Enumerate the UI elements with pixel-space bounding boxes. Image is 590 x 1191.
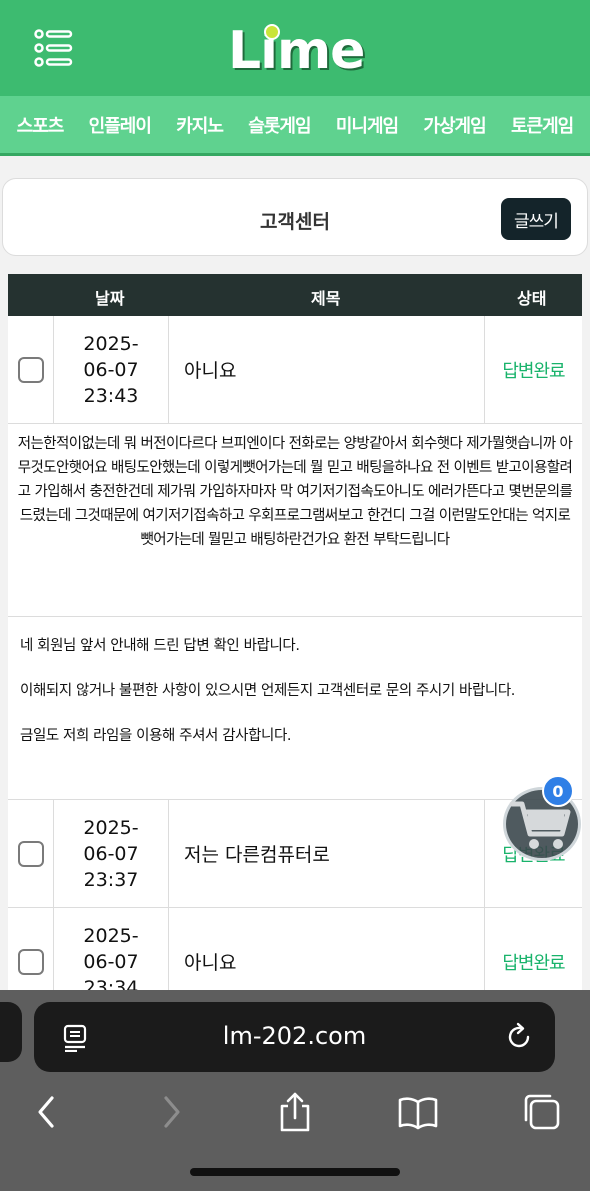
status-badge: 답변완료 [502,360,565,382]
site-header: Lime [0,0,590,96]
row-checkbox[interactable] [18,841,44,867]
row-checkbox[interactable] [18,357,44,383]
answer-content: 네 회원님 앞서 안내해 드린 답변 확인 바랍니다. 이해되지 않거나 불편한… [8,617,582,800]
page-title: 고객센터 [260,211,330,233]
home-indicator [190,1168,400,1176]
nav-item-token[interactable]: 토큰게임 [511,112,574,138]
header-status: 상태 [517,289,547,308]
row-date: 2025- 06-07 23:43 [54,316,169,423]
table-row[interactable]: 2025- 06-07 23:37 저는 다른컴퓨터로 답변완료 [8,800,582,908]
inquiry-table: 날짜 제목 상태 2025- 06-07 23:43 아니요 답변완료 저는한적… [8,274,582,990]
row-checkbox[interactable] [18,949,44,975]
header-date: 날짜 [95,289,125,308]
address-bar[interactable]: lm-202.com [34,1002,555,1072]
row-date: 2025- 06-07 23:34 [54,908,169,990]
answer-line: 금일도 저희 라임을 이용해 주셔서 감사합니다. [20,728,292,744]
nav-item-inplay[interactable]: 인플레이 [89,112,152,138]
nav-item-sports[interactable]: 스포츠 [17,112,65,138]
table-row[interactable]: 2025- 06-07 23:34 아니요 답변완료 [8,908,582,990]
bookmarks-icon[interactable] [396,1090,440,1134]
nav-item-virtual[interactable]: 가상게임 [423,112,486,138]
write-button[interactable]: 글쓰기 [501,198,571,240]
nav-item-mini[interactable]: 미니게임 [336,112,399,138]
cart-count-badge: 0 [542,775,574,807]
answer-line: 네 회원님 앞서 안내해 드린 답변 확인 바랍니다. [20,638,300,654]
nav-item-slot[interactable]: 슬롯게임 [248,112,311,138]
main-nav: 스포츠 인플레이 카지노 슬롯게임 미니게임 가상게임 토큰게임 [0,96,590,156]
row-title[interactable]: 아니요 [169,316,485,423]
header-title: 제목 [311,289,341,308]
site-logo[interactable]: Lime [228,20,368,82]
reload-icon[interactable] [504,1022,534,1052]
table-row[interactable]: 2025- 06-07 23:43 아니요 답변완료 [8,316,582,424]
share-icon[interactable] [273,1090,317,1134]
logo-text: Lime [228,21,365,81]
logo-ball-icon [264,24,280,40]
nav-item-casino[interactable]: 카지노 [176,112,224,138]
previous-tab-preview[interactable] [0,1002,22,1062]
hamburger-menu-icon[interactable] [34,28,74,68]
question-content: 저는한적이없는데 뭐 버전이다르다 브피엔이다 전화로는 양방같아서 회수햇다 … [8,424,582,617]
back-icon[interactable] [24,1090,68,1134]
row-title[interactable]: 저는 다른컴퓨터로 [169,800,485,907]
tabs-icon[interactable] [520,1090,564,1134]
answer-line: 이해되지 않거나 불편한 사항이 있으시면 언제든지 고객센터로 문의 주시기 … [20,683,515,699]
row-title[interactable]: 아니요 [169,908,485,990]
status-badge: 답변완료 [502,952,565,974]
customer-center-header: 고객센터 글쓰기 [2,178,588,256]
browser-toolbar: lm-202.com [0,990,590,1191]
row-date: 2025- 06-07 23:37 [54,800,169,907]
forward-icon[interactable] [150,1090,194,1134]
table-header: 날짜 제목 상태 [8,274,582,316]
url-text: lm-202.com [222,1022,367,1050]
